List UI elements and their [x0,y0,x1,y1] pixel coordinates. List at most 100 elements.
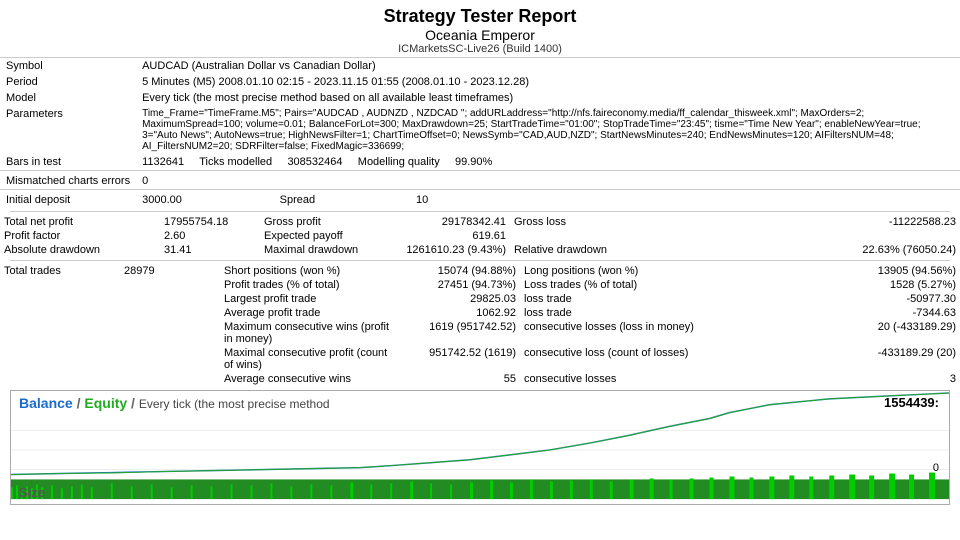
report-header: Strategy Tester Report Oceania Emperor I… [0,0,960,58]
average-consec-row: Average consecutive wins 55 consecutive … [0,372,960,386]
profit-factor-label: Profit factor [0,229,160,243]
total-trades-label: Total trades [0,264,120,278]
report-subtitle: Oceania Emperor [0,27,960,43]
max-consec-wins-row: Maximum consecutive wins (profit in mone… [0,320,960,346]
chart-zero-label: 0 [933,462,939,474]
max-drawdown-value: 1261610.23 (9.43%) [400,243,510,257]
profit-factor-value: 2.60 [160,229,260,243]
period-label: Period [0,74,136,90]
largest-profit-value: 29825.03 [400,292,520,306]
modelling-value: 99.90% [455,156,492,168]
deposit-row: Initial deposit 3000.00 Spread 10 [0,190,960,209]
average-consec-losses-label: consecutive losses [520,372,700,386]
total-trades-value: 28979 [120,264,220,278]
bars-row: Bars in test 1132641 Ticks modelled 3085… [0,154,960,171]
spread-label: Spread [280,194,315,206]
maximal-consec-loss-value: -433189.29 (20) [700,346,960,372]
deposit-label: Initial deposit [0,190,136,209]
net-profit-row: Total net profit 17955754.18 Gross profi… [0,215,960,229]
model-row: Model Every tick (the most precise metho… [0,90,960,106]
max-consec-wins-label: Maximum consecutive wins (profit in mone… [220,320,400,346]
average-profit-value: 1062.92 [400,306,520,320]
rel-drawdown-label: Relative drawdown [510,243,640,257]
chart-current-value: 1554439: [884,395,939,410]
chart-legend: Balance / Equity / Every tick (the most … [19,395,330,411]
average-loss-value: -7344.63 [700,306,960,320]
maximal-consec-profit-label: Maximal consecutive profit (count of win… [220,346,400,372]
separator-2: / [131,395,139,411]
info-table: Symbol AUDCAD (Australian Dollar vs Cana… [0,58,960,208]
average-consec-losses-value: 3 [700,372,960,386]
mismatched-label: Mismatched charts errors [0,171,136,190]
period-row: Period 5 Minutes (M5) 2008.01.10 02:15 -… [0,74,960,90]
symbol-row: Symbol AUDCAD (Australian Dollar vs Cana… [0,58,960,74]
parameters-label: Parameters [0,106,136,154]
gross-profit-value: 29178342.41 [400,215,510,229]
model-value: Every tick (the most precise method base… [136,90,960,106]
maximal-consec-profit-value: 951742.52 (1619) [400,346,520,372]
max-consec-losses-value: 20 (-433189.29) [700,320,960,346]
parameters-row: Parameters Time_Frame="TimeFrame.M5"; Pa… [0,106,960,154]
maximal-consec-loss-label: consecutive loss (count of losses) [520,346,700,372]
loss-trades-value: 1528 (5.27%) [700,278,960,292]
deposit-row-data: 3000.00 Spread 10 [136,190,960,209]
gross-loss-label: Gross loss [510,215,640,229]
mismatched-value: 0 [136,171,960,190]
max-consec-wins-value: 1619 (951742.52) [400,320,520,346]
largest-trade-row: Largest profit trade 29825.03 loss trade… [0,292,960,306]
trades-table: Total trades 28979 Short positions (won … [0,264,960,386]
expected-payoff-value: 619.61 [400,229,510,243]
mismatched-row: Mismatched charts errors 0 [0,171,960,190]
stats-table: Total net profit 17955754.18 Gross profi… [0,215,960,257]
short-positions-value: 15074 (94.88%) [400,264,520,278]
total-trades-row: Total trades 28979 Short positions (won … [0,264,960,278]
short-positions-label: Short positions (won %) [220,264,400,278]
rel-drawdown-value: 22.63% (76050.24) [640,243,960,257]
ticks-label: Ticks modelled [199,156,272,168]
largest-loss-label: loss trade [520,292,700,306]
max-drawdown-label: Maximal drawdown [260,243,400,257]
loss-trades-label: Loss trades (% of total) [520,278,700,292]
max-consec-losses-label: consecutive losses (loss in money) [520,320,700,346]
size-label: Size [19,485,45,500]
divider-1 [10,211,950,212]
balance-label: Balance [19,395,73,411]
bars-label: Bars in test [0,154,136,171]
profit-trades-value: 27451 (94.73%) [400,278,520,292]
divider-2 [10,260,950,261]
gross-profit-label: Gross profit [260,215,400,229]
profit-trades-label: Profit trades (% of total) [220,278,400,292]
total-net-value: 17955754.18 [160,215,260,229]
profit-factor-row: Profit factor 2.60 Expected payoff 619.6… [0,229,960,243]
largest-loss-value: -50977.30 [700,292,960,306]
symbol-value: AUDCAD (Australian Dollar vs Canadian Do… [136,58,960,74]
ticks-value: 308532464 [287,156,342,168]
average-consec-wins-label: Average consecutive wins [220,372,400,386]
gross-loss-value: -11222588.23 [640,215,960,229]
abs-drawdown-value: 31.41 [160,243,260,257]
report-build: ICMarketsSC-Live26 (Build 1400) [0,43,960,55]
expected-payoff-label: Expected payoff [260,229,400,243]
deposit-value: 3000.00 [142,194,182,206]
drawdown-row: Absolute drawdown 31.41 Maximal drawdown… [0,243,960,257]
average-trade-row: Average profit trade 1062.92 loss trade … [0,306,960,320]
long-positions-label: Long positions (won %) [520,264,700,278]
model-label: Model [0,90,136,106]
report-title: Strategy Tester Report [0,6,960,27]
parameters-value: Time_Frame="TimeFrame.M5"; Pairs="AUDCAD… [136,106,960,154]
largest-profit-label: Largest profit trade [220,292,400,306]
average-consec-wins-value: 55 [400,372,520,386]
average-loss-label: loss trade [520,306,700,320]
modelling-label: Modelling quality [358,156,440,168]
profit-trades-row: Profit trades (% of total) 27451 (94.73%… [0,278,960,292]
chart-area: Balance / Equity / Every tick (the most … [10,390,950,505]
bars-row-data: 1132641 Ticks modelled 308532464 Modelli… [136,154,960,171]
abs-drawdown-label: Absolute drawdown [0,243,160,257]
maximal-consec-row: Maximal consecutive profit (count of win… [0,346,960,372]
spread-value: 10 [416,194,428,206]
total-net-label: Total net profit [0,215,160,229]
long-positions-value: 13905 (94.56%) [700,264,960,278]
average-profit-label: Average profit trade [220,306,400,320]
equity-label: Equity [84,395,127,411]
symbol-label: Symbol [0,58,136,74]
